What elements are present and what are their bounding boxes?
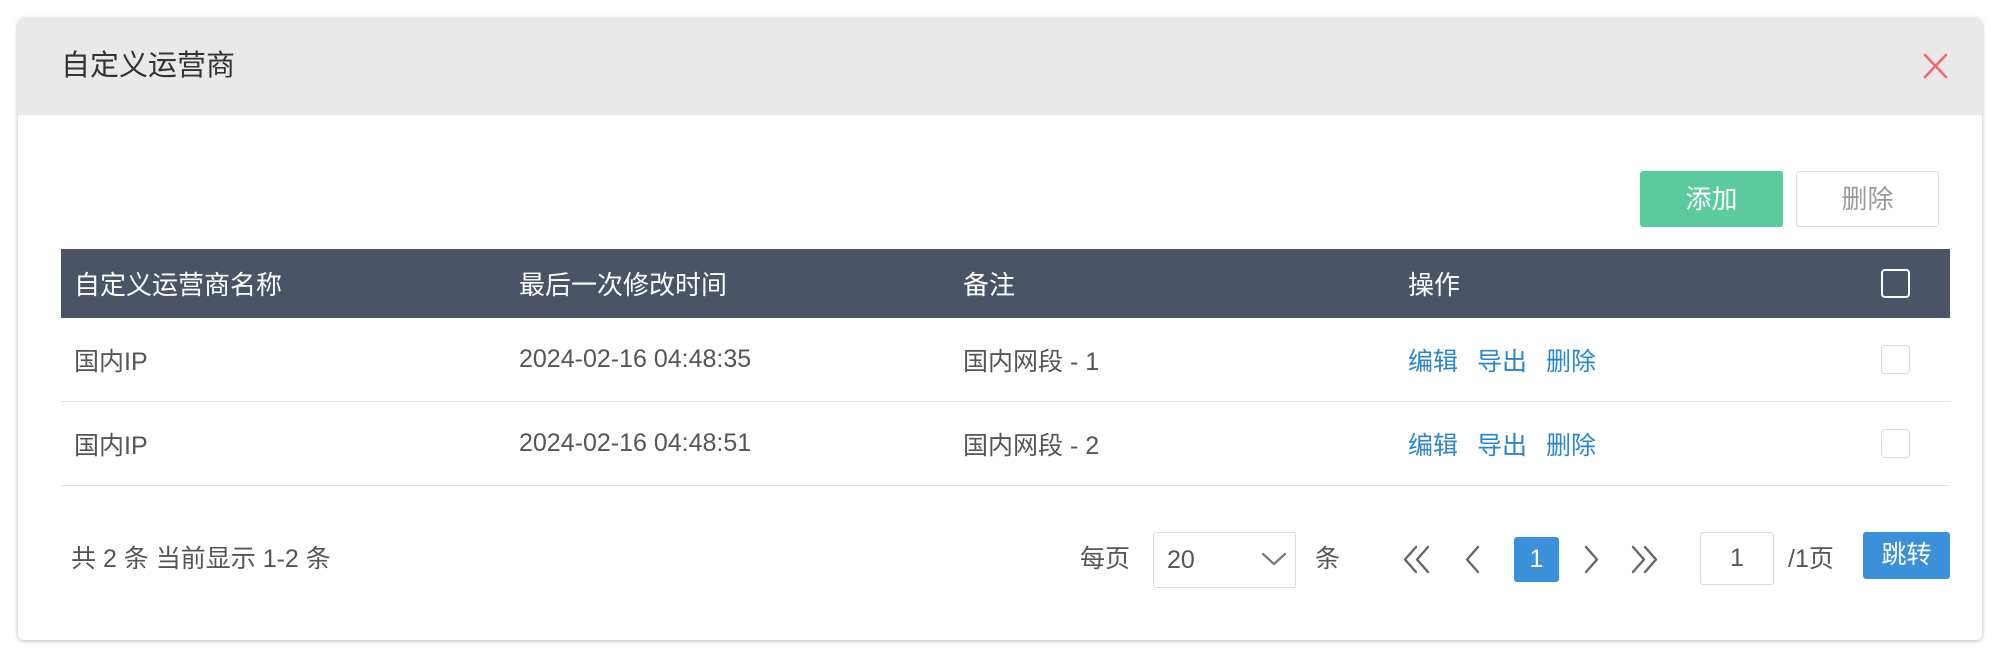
row-modified-time: 2024-02-16 04:48:51 xyxy=(519,429,752,457)
delete-selected-button[interactable]: 删除 xyxy=(1796,171,1939,227)
add-button[interactable]: 添加 xyxy=(1640,171,1783,227)
close-icon xyxy=(1923,53,1948,79)
dialog-header: 自定义运营商 xyxy=(18,18,1982,115)
column-header-remark: 备注 xyxy=(963,270,1016,300)
dialog-title: 自定义运营商 xyxy=(61,50,236,82)
row-name: 国内IP xyxy=(74,347,148,376)
export-link[interactable]: 导出 xyxy=(1477,432,1527,460)
per-page-unit: 条 xyxy=(1315,545,1341,573)
row-actions: 编辑 导出 删除 xyxy=(1395,342,1840,378)
carrier-table: 自定义运营商名称 最后一次修改时间 备注 操作 国内IP 2024-02-16 … xyxy=(61,249,1950,486)
row-name: 国内IP xyxy=(74,431,148,460)
table-row: 国内IP 2024-02-16 04:48:51 国内网段 - 2 编辑 导出 删除 xyxy=(61,402,1950,486)
export-link[interactable]: 导出 xyxy=(1477,348,1527,376)
column-header-name: 自定义运营商名称 xyxy=(74,270,283,300)
total-pages-label: /1页 xyxy=(1788,545,1834,573)
pagination-summary: 共 2 条 当前显示 1-2 条 xyxy=(71,545,331,573)
row-remark: 国内网段 - 1 xyxy=(963,347,1100,376)
per-page-label: 每页 xyxy=(1080,545,1131,573)
per-page-value: 20 xyxy=(1167,546,1195,574)
per-page-select[interactable]: 20 xyxy=(1153,532,1296,588)
table-header: 自定义运营商名称 最后一次修改时间 备注 操作 xyxy=(61,249,1950,318)
edit-link[interactable]: 编辑 xyxy=(1408,348,1458,376)
row-checkbox[interactable] xyxy=(1880,429,1910,458)
column-header-modified-time: 最后一次修改时间 xyxy=(519,270,728,300)
row-select xyxy=(1840,429,1950,458)
select-all-checkbox[interactable] xyxy=(1880,269,1910,298)
row-checkbox[interactable] xyxy=(1880,345,1910,374)
row-remark: 国内网段 - 2 xyxy=(963,431,1100,460)
table-row: 国内IP 2024-02-16 04:48:35 国内网段 - 1 编辑 导出 删除 xyxy=(61,318,1950,402)
row-actions: 编辑 导出 删除 xyxy=(1395,426,1840,462)
close-button[interactable] xyxy=(1922,53,1949,79)
jump-page-input[interactable] xyxy=(1700,532,1774,585)
chevron-right-icon[interactable] xyxy=(1582,544,1601,575)
edit-link[interactable]: 编辑 xyxy=(1408,432,1458,460)
chevron-down-icon xyxy=(1261,552,1287,566)
double-chevron-left-icon[interactable] xyxy=(1402,544,1431,575)
custom-carrier-dialog: 自定义运营商 添加 删除 自定义运营商名称 最后一次修改时间 备注 操作 国内I… xyxy=(18,18,1982,640)
column-header-select xyxy=(1840,269,1950,298)
delete-link[interactable]: 删除 xyxy=(1546,432,1596,460)
double-chevron-right-icon[interactable] xyxy=(1630,544,1659,575)
current-page-button[interactable]: 1 xyxy=(1514,537,1559,582)
column-header-actions: 操作 xyxy=(1408,270,1461,300)
row-modified-time: 2024-02-16 04:48:35 xyxy=(519,345,752,373)
row-select xyxy=(1840,345,1950,374)
delete-link[interactable]: 删除 xyxy=(1546,348,1596,376)
chevron-left-icon[interactable] xyxy=(1463,544,1482,575)
jump-button[interactable]: 跳转 xyxy=(1863,532,1950,579)
